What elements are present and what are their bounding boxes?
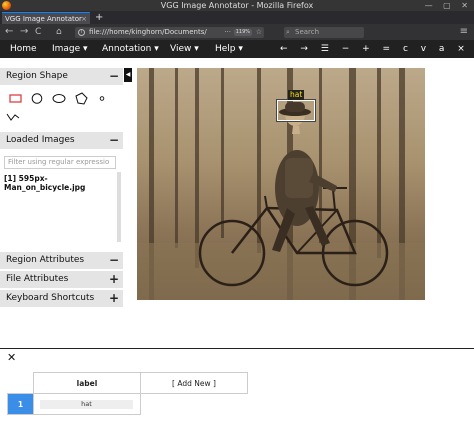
toolbar-shortcuts[interactable]: ← → ☰ − + = c v a ×	[280, 40, 470, 58]
label-value-input[interactable]: hat	[40, 399, 133, 409]
circle-shape-icon[interactable]	[31, 93, 43, 104]
label-value-cell: hat	[33, 393, 141, 415]
file-attributes-header[interactable]: File Attributes +	[0, 271, 123, 288]
tab-title: VGG Image Annotator	[5, 15, 82, 23]
app-menubar: Home Image ▾ Annotation ▾ View ▾ Help ▾ …	[0, 40, 474, 58]
menu-annotation[interactable]: Annotation ▾	[102, 40, 159, 58]
info-icon[interactable]: i	[78, 29, 85, 36]
window-controls[interactable]: — ▢ ✕	[425, 0, 472, 11]
window-titlebar: VGG Image Annotator - Mozilla Firefox — …	[0, 0, 474, 11]
hamburger-menu-icon[interactable]: ≡	[460, 26, 468, 38]
point-shape-icon[interactable]	[99, 96, 105, 101]
table-header-row: label [ Add New ]	[8, 372, 248, 394]
keyboard-shortcuts-header[interactable]: Keyboard Shortcuts +	[0, 290, 123, 307]
image-list-item[interactable]: [1] 595px-Man_on_bicycle.jpg	[4, 174, 123, 192]
loaded-images-header[interactable]: Loaded Images −	[0, 132, 123, 149]
url-bar[interactable]: i file:///home/kinghorn/Documents/ ··· 1…	[75, 27, 264, 38]
menu-help[interactable]: Help ▾	[215, 40, 243, 58]
new-tab-button[interactable]: +	[95, 11, 103, 24]
region-attributes-table: label [ Add New ] 1 hat	[7, 372, 248, 415]
file-attributes-toggle[interactable]: +	[109, 271, 119, 288]
empty-cell	[141, 394, 248, 415]
ellipse-shape-icon[interactable]	[52, 94, 66, 103]
keyboard-shortcuts-title: Keyboard Shortcuts	[6, 293, 95, 303]
menu-view[interactable]: View ▾	[170, 40, 199, 58]
rectangle-shape-icon[interactable]	[9, 94, 22, 103]
loaded-images-title: Loaded Images	[6, 135, 75, 145]
image-list-scrollbar[interactable]	[117, 172, 121, 242]
search-placeholder: Search	[295, 28, 320, 36]
polygon-shape-icon[interactable]	[75, 92, 88, 105]
home-icon[interactable]: ⌂	[56, 26, 62, 38]
forward-icon[interactable]: →	[20, 26, 28, 38]
search-icon: ⌕	[286, 28, 290, 36]
search-input[interactable]: ⌕ Search	[284, 27, 364, 38]
polyline-shape-icon[interactable]	[6, 113, 20, 121]
loaded-images-toggle[interactable]: −	[109, 132, 119, 149]
region-shape-toggle[interactable]: −	[109, 68, 119, 85]
add-new-attribute-button[interactable]: [ Add New ]	[140, 372, 248, 394]
tab-bar: VGG Image Annotator × +	[0, 11, 474, 24]
region-label: hat	[288, 90, 305, 100]
collapse-sidebar-button[interactable]: ◀	[124, 68, 132, 82]
image-list: [1] 595px-Man_on_bicycle.jpg	[0, 172, 123, 242]
navigation-bar: ← → C ⌂ i file:///home/kinghorn/Document…	[0, 24, 474, 40]
region-bounding-box[interactable]	[276, 99, 316, 122]
region-shape-title: Region Shape	[6, 71, 68, 81]
reload-icon[interactable]: C	[35, 26, 41, 38]
table-row: 1 hat	[7, 393, 248, 415]
left-sidebar: Region Shape − Loaded Images − Filter us…	[0, 68, 123, 308]
region-attributes-title: Region Attributes	[6, 255, 85, 265]
back-icon[interactable]: ←	[5, 26, 13, 38]
window-title: VGG Image Annotator - Mozilla Firefox	[160, 1, 314, 10]
region-attributes-header[interactable]: Region Attributes −	[0, 252, 123, 269]
annotation-editor-divider	[0, 348, 474, 349]
close-annotation-editor-icon[interactable]: ✕	[7, 351, 16, 364]
menu-image[interactable]: Image ▾	[52, 40, 88, 58]
table-corner	[8, 373, 34, 394]
image-filter-input[interactable]: Filter using regular expressio	[4, 156, 116, 169]
firefox-logo-icon	[2, 1, 11, 10]
zoom-level[interactable]: 119%	[233, 29, 252, 36]
tab-vgg-annotator[interactable]: VGG Image Annotator ×	[2, 12, 90, 24]
column-header-label: label	[33, 372, 141, 394]
row-index[interactable]: 1	[7, 393, 34, 415]
page-actions-icon[interactable]: ···	[224, 27, 231, 38]
region-shape-palette	[0, 86, 123, 136]
url-text: file:///home/kinghorn/Documents/	[89, 28, 207, 36]
file-attributes-title: File Attributes	[6, 274, 69, 284]
shape-icons	[6, 92, 105, 121]
bookmark-star-icon[interactable]: ☆	[256, 27, 262, 38]
region-attributes-toggle[interactable]: −	[109, 252, 119, 269]
menu-home[interactable]: Home	[10, 40, 37, 58]
keyboard-shortcuts-toggle[interactable]: +	[109, 290, 119, 307]
region-shape-header[interactable]: Region Shape −	[0, 68, 123, 85]
